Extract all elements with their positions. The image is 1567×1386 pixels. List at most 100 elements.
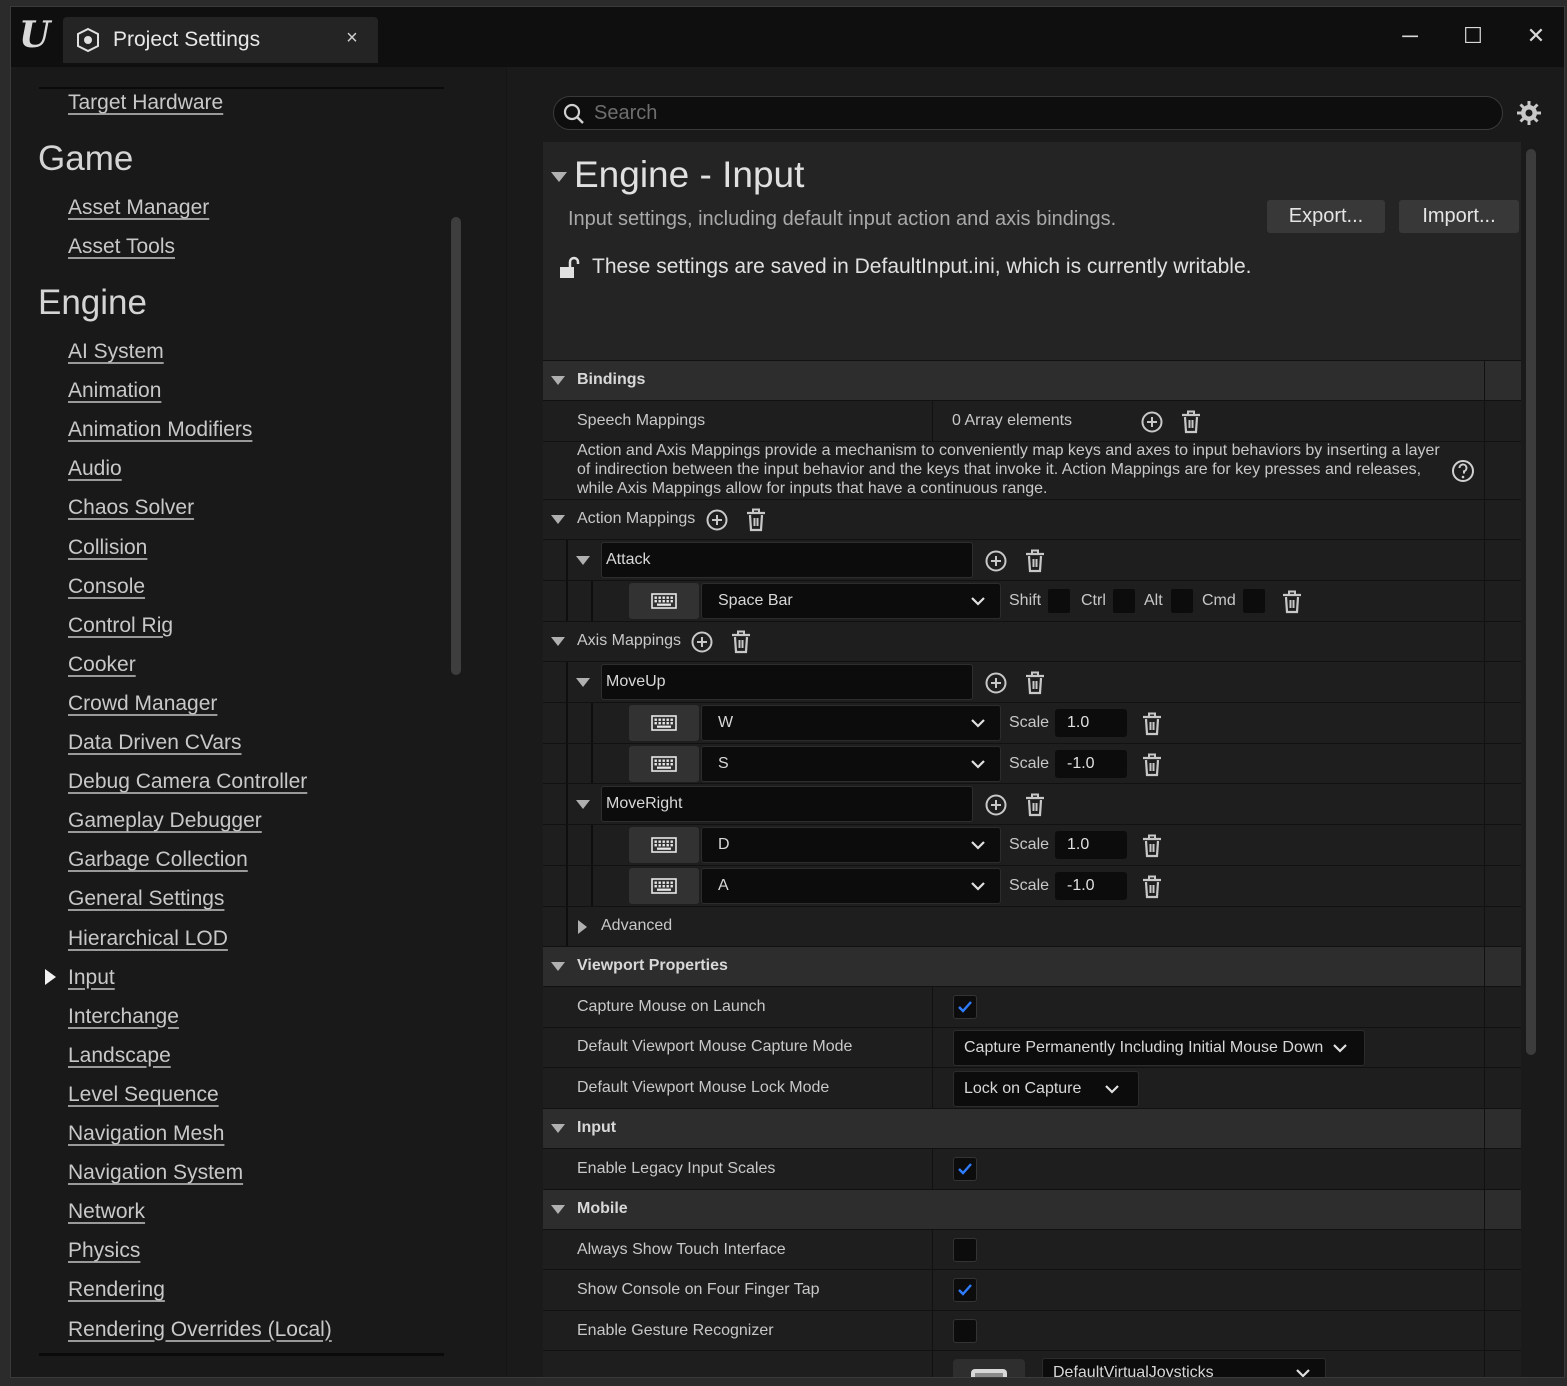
expand-arrow-icon[interactable] (578, 920, 587, 934)
touch-checkbox[interactable] (953, 1238, 977, 1262)
scale-input[interactable]: -1.0 (1055, 750, 1127, 778)
minimize-button[interactable]: ─ (1392, 21, 1428, 51)
sidebar-item-garbage-collection[interactable]: Garbage Collection (68, 848, 248, 872)
clear-action-mappings-icon[interactable] (744, 508, 768, 532)
gesture-checkbox[interactable] (953, 1319, 977, 1343)
sidebar-item-network[interactable]: Network (68, 1200, 145, 1224)
sidebar-item-level-sequence[interactable]: Level Sequence (68, 1083, 219, 1107)
delete-axis-key-icon[interactable] (1140, 753, 1164, 777)
add-action-mapping-icon[interactable] (705, 508, 729, 532)
keyboard-selector-button[interactable] (629, 827, 699, 863)
export-button[interactable]: Export... (1267, 200, 1385, 233)
expand-caret-icon[interactable] (551, 376, 565, 385)
add-speech-mapping-icon[interactable] (1140, 410, 1164, 434)
delete-action-key-icon[interactable] (1280, 590, 1304, 614)
search-box[interactable] (553, 96, 1503, 130)
sidebar-item-console[interactable]: Console (68, 575, 145, 599)
clear-axis-mappings-icon[interactable] (729, 630, 753, 654)
expand-caret-icon[interactable] (551, 1124, 565, 1133)
sidebar-item-physics[interactable]: Physics (68, 1239, 140, 1263)
sidebar-item-animation-modifiers[interactable]: Animation Modifiers (68, 418, 252, 442)
modifier-cmd-checkbox[interactable] (1243, 589, 1265, 613)
add-action-key-icon[interactable] (984, 549, 1008, 573)
add-axis-key-icon[interactable] (984, 671, 1008, 695)
modifier-alt-checkbox[interactable] (1171, 589, 1193, 613)
expand-caret-icon[interactable] (551, 637, 565, 646)
delete-axis-key-icon[interactable] (1140, 712, 1164, 736)
maximize-button[interactable]: ☐ (1455, 21, 1491, 51)
sidebar-item-navigation-mesh[interactable]: Navigation Mesh (68, 1122, 224, 1146)
tab-close-icon[interactable]: × (341, 27, 363, 50)
sidebar-item-cooker[interactable]: Cooker (68, 653, 136, 677)
action-name-field[interactable]: Attack (601, 542, 973, 578)
modifier-shift-checkbox[interactable] (1048, 589, 1070, 613)
axis-name-field[interactable]: MoveRight (601, 786, 973, 822)
console-checkbox[interactable] (953, 1278, 977, 1302)
sidebar-item-target-hardware[interactable]: Target Hardware (68, 91, 223, 115)
legacy-scales-checkbox[interactable] (953, 1157, 977, 1181)
sidebar-item-chaos-solver[interactable]: Chaos Solver (68, 496, 194, 520)
add-axis-key-icon[interactable] (984, 793, 1008, 817)
keyboard-selector-button[interactable] (629, 746, 699, 782)
sidebar-item-animation[interactable]: Animation (68, 379, 161, 403)
modifier-ctrl-checkbox[interactable] (1113, 589, 1135, 613)
search-input[interactable] (594, 100, 1474, 126)
sidebar-item-control-rig[interactable]: Control Rig (68, 614, 173, 638)
sidebar-item-gameplay-debugger[interactable]: Gameplay Debugger (68, 809, 262, 833)
sidebar-item-rendering-overrides-local[interactable]: Rendering Overrides (Local) (68, 1318, 332, 1342)
axis-key-dropdown[interactable]: D (701, 827, 1001, 863)
keyboard-selector-button[interactable] (629, 705, 699, 741)
sidebar-item-rendering[interactable]: Rendering (68, 1278, 165, 1302)
scale-input[interactable]: 1.0 (1055, 831, 1127, 859)
capture-mode-dropdown[interactable]: Capture Permanently Including Initial Mo… (953, 1030, 1365, 1066)
delete-axis-icon[interactable] (1023, 671, 1047, 695)
action-key-dropdown[interactable]: Space Bar (701, 583, 1001, 619)
sidebar-item-audio[interactable]: Audio (68, 457, 122, 481)
expand-caret-icon[interactable] (576, 800, 590, 809)
import-button[interactable]: Import... (1399, 200, 1519, 233)
sidebar-item-data-driven-cvars[interactable]: Data Driven CVars (68, 731, 242, 755)
window-close-button[interactable]: ✕ (1518, 21, 1554, 51)
sidebar-item-general-settings[interactable]: General Settings (68, 887, 224, 911)
scale-input[interactable]: -1.0 (1055, 872, 1127, 900)
delete-axis-key-icon[interactable] (1140, 834, 1164, 858)
expand-caret-icon[interactable] (551, 962, 565, 971)
collapse-caret-icon[interactable] (551, 172, 567, 182)
gear-icon[interactable] (1515, 99, 1543, 127)
tab-project-settings[interactable]: Project Settings × (63, 17, 378, 63)
axis-name-field[interactable]: MoveUp (601, 664, 973, 700)
sidebar-item-navigation-system[interactable]: Navigation System (68, 1161, 243, 1185)
sidebar-item-interchange[interactable]: Interchange (68, 1005, 179, 1029)
default-touch-dropdown[interactable]: DefaultVirtualJoysticks (1042, 1358, 1326, 1377)
add-axis-mapping-icon[interactable] (690, 630, 714, 654)
sidebar-item-hierarchical-lod[interactable]: Hierarchical LOD (68, 927, 228, 951)
sidebar-item-crowd-manager[interactable]: Crowd Manager (68, 692, 217, 716)
help-icon[interactable] (1451, 459, 1475, 483)
lock-mode-dropdown[interactable]: Lock on Capture (953, 1071, 1139, 1107)
axis-key-dropdown[interactable]: A (701, 868, 1001, 904)
keyboard-selector-button[interactable] (629, 583, 699, 619)
delete-axis-icon[interactable] (1023, 793, 1047, 817)
keyboard-selector-button[interactable] (629, 868, 699, 904)
scale-input[interactable]: 1.0 (1055, 709, 1127, 737)
sidebar-item-landscape[interactable]: Landscape (68, 1044, 171, 1068)
expand-caret-icon[interactable] (551, 1205, 565, 1214)
axis-key-dropdown[interactable]: W (701, 705, 1001, 741)
expand-caret-icon[interactable] (576, 678, 590, 687)
sidebar-item-ai-system[interactable]: AI System (68, 340, 164, 364)
expand-caret-icon[interactable] (551, 515, 565, 524)
sidebar-item-collision[interactable]: Collision (68, 536, 147, 560)
clear-speech-mappings-icon[interactable] (1179, 410, 1203, 434)
details-scrollbar[interactable] (1526, 149, 1536, 1055)
delete-axis-key-icon[interactable] (1140, 875, 1164, 899)
sidebar-scrollbar[interactable] (451, 217, 461, 675)
sidebar-item-asset-tools[interactable]: Asset Tools (68, 235, 175, 259)
expand-caret-icon[interactable] (576, 556, 590, 565)
delete-action-icon[interactable] (1023, 549, 1047, 573)
asset-thumbnail[interactable] (953, 1359, 1025, 1377)
sidebar-item-debug-camera-controller[interactable]: Debug Camera Controller (68, 770, 307, 794)
sidebar-item-input[interactable]: Input (68, 966, 115, 990)
sidebar-item-asset-manager[interactable]: Asset Manager (68, 196, 209, 220)
axis-key-dropdown[interactable]: S (701, 746, 1001, 782)
capture-mouse-checkbox[interactable] (953, 995, 977, 1019)
